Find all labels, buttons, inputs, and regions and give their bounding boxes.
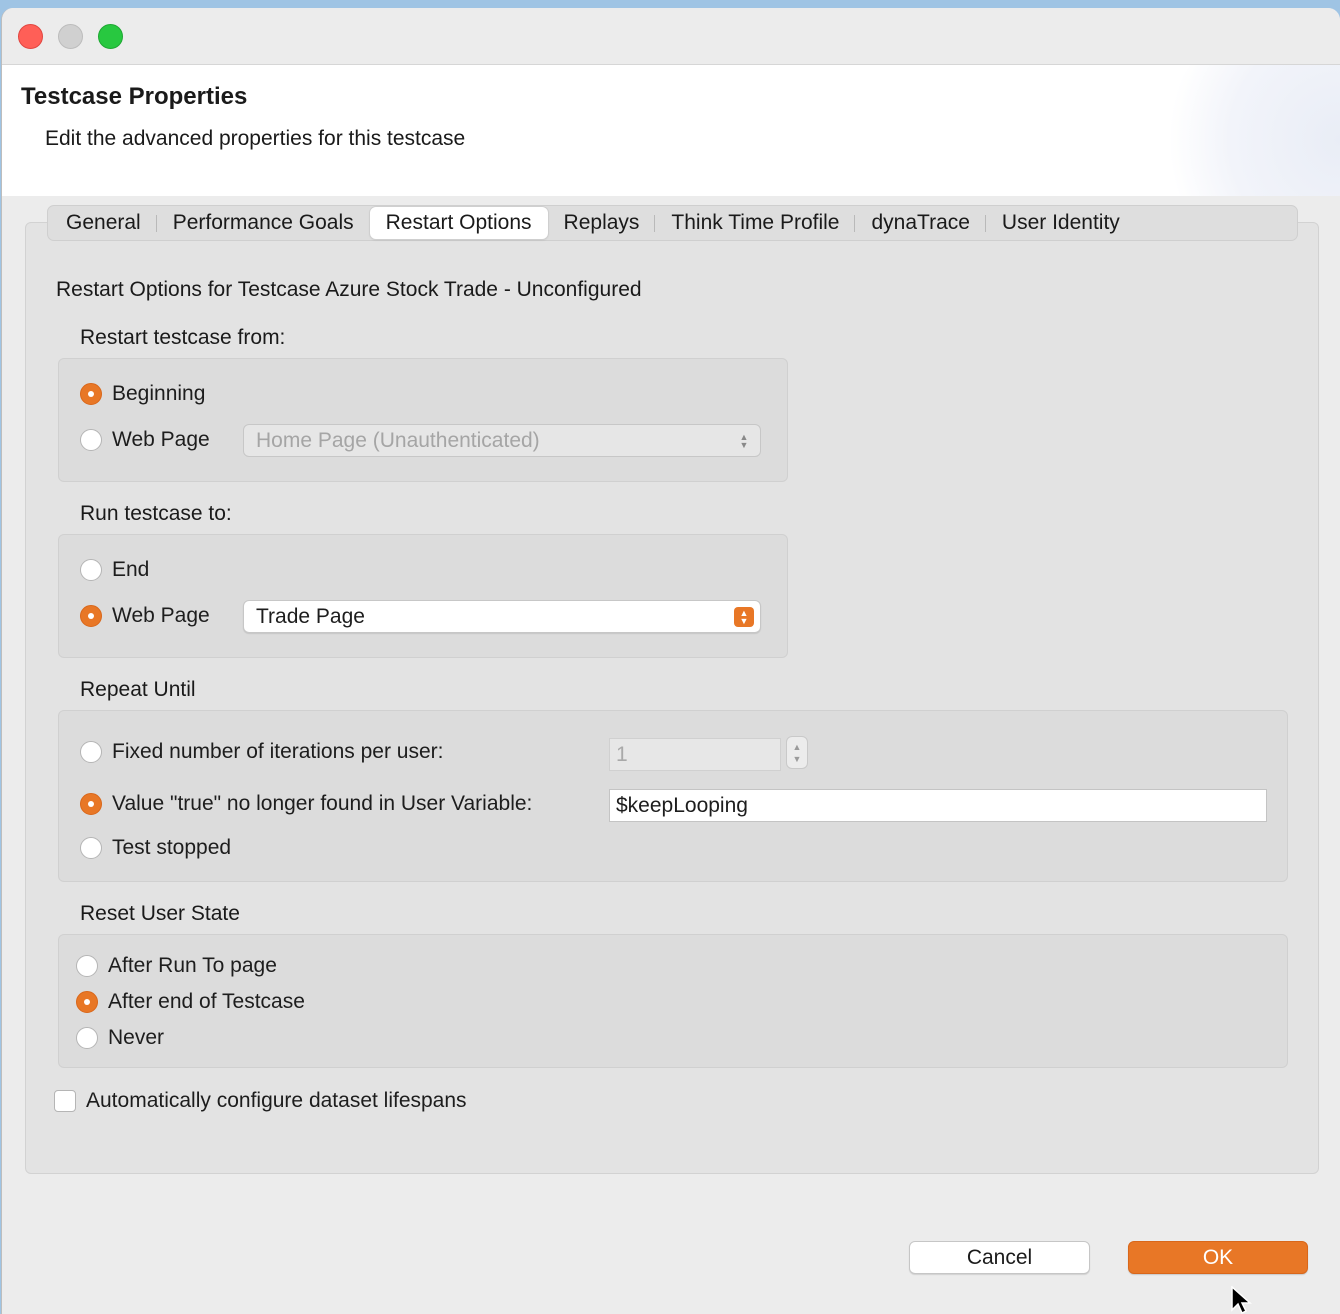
never-radio[interactable]	[76, 1027, 98, 1049]
ok-button[interactable]: OK	[1128, 1241, 1308, 1274]
auto-configure-label: Automatically configure dataset lifespan…	[86, 1089, 467, 1112]
auto-configure-option[interactable]: Automatically configure dataset lifespan…	[54, 1089, 467, 1113]
user-variable-input[interactable]: $keepLooping	[609, 789, 1267, 822]
tab-performance-goals[interactable]: Performance Goals	[157, 207, 370, 239]
run-to-web-page-label: Web Page	[112, 604, 210, 627]
restart-page-select[interactable]: Home Page (Unauthenticated) ▲ ▼	[243, 424, 761, 457]
after-end-radio[interactable]	[76, 991, 98, 1013]
test-stopped-label: Test stopped	[112, 836, 232, 859]
zoom-window-button[interactable]	[98, 24, 123, 49]
after-end-label: After end of Testcase	[108, 990, 305, 1013]
fixed-iterations-label: Fixed number of iterations per user:	[112, 740, 444, 763]
run-to-group	[58, 534, 788, 658]
test-stopped-option[interactable]: Test stopped	[80, 836, 231, 860]
user-variable-option[interactable]: Value "true" no longer found in User Var…	[80, 792, 532, 816]
tab-dynatrace[interactable]: dynaTrace	[855, 207, 987, 239]
iterations-stepper[interactable]: ▲ ▼	[786, 736, 808, 769]
close-window-button[interactable]	[18, 24, 43, 49]
fixed-iterations-radio[interactable]	[80, 741, 102, 763]
auto-configure-checkbox[interactable]	[54, 1090, 76, 1112]
iterations-input[interactable]: 1	[609, 738, 781, 771]
run-to-page-select-value: Trade Page	[256, 605, 365, 628]
tab-think-time-profile[interactable]: Think Time Profile	[655, 207, 856, 239]
restart-page-select-value: Home Page (Unauthenticated)	[256, 429, 540, 452]
run-to-web-page-radio[interactable]	[80, 605, 102, 627]
after-end-option[interactable]: After end of Testcase	[76, 990, 305, 1014]
dialog-title: Testcase Properties	[21, 83, 248, 110]
tab-restart-options[interactable]: Restart Options	[369, 207, 548, 239]
beginning-label: Beginning	[112, 382, 206, 405]
header-decoration	[1160, 65, 1340, 196]
restart-web-page-label: Web Page	[112, 428, 210, 451]
restart-web-page-radio[interactable]	[80, 429, 102, 451]
run-to-label: Run testcase to:	[80, 502, 232, 525]
repeat-until-label: Repeat Until	[80, 678, 196, 701]
dialog-header: Testcase Properties Edit the advanced pr…	[2, 65, 1340, 196]
never-label: Never	[108, 1026, 165, 1049]
chevron-updown-icon: ▲ ▼	[739, 432, 749, 450]
never-option[interactable]: Never	[76, 1026, 164, 1050]
reset-user-state-label: Reset User State	[80, 902, 240, 925]
user-variable-radio[interactable]	[80, 793, 102, 815]
chevron-updown-icon: ▲ ▼	[734, 607, 754, 627]
fixed-iterations-option[interactable]: Fixed number of iterations per user:	[80, 740, 444, 764]
user-variable-label: Value "true" no longer found in User Var…	[112, 792, 533, 815]
run-to-page-select[interactable]: Trade Page ▲ ▼	[243, 600, 761, 633]
tab-general[interactable]: General	[50, 207, 157, 239]
test-stopped-radio[interactable]	[80, 837, 102, 859]
restart-from-group	[58, 358, 788, 482]
restart-from-label: Restart testcase from:	[80, 326, 286, 349]
after-run-to-radio[interactable]	[76, 955, 98, 977]
tab-user-identity[interactable]: User Identity	[986, 207, 1136, 239]
after-run-to-label: After Run To page	[108, 954, 277, 977]
cancel-button[interactable]: Cancel	[909, 1241, 1090, 1274]
title-bar	[2, 8, 1340, 65]
tab-bar: General Performance Goals Restart Option…	[47, 205, 1298, 241]
tab-replays[interactable]: Replays	[548, 207, 656, 239]
minimize-window-button[interactable]	[58, 24, 83, 49]
end-radio[interactable]	[80, 559, 102, 581]
restart-from-web-page-option[interactable]: Web Page	[80, 428, 210, 452]
dialog-subtitle: Edit the advanced properties for this te…	[45, 127, 466, 150]
end-label: End	[112, 558, 150, 581]
restart-options-heading: Restart Options for Testcase Azure Stock…	[56, 278, 642, 301]
run-to-web-page-option[interactable]: Web Page	[80, 604, 210, 628]
run-to-end-option[interactable]: End	[80, 558, 149, 582]
mouse-cursor-icon	[1231, 1286, 1252, 1314]
beginning-radio[interactable]	[80, 383, 102, 405]
restart-from-beginning-option[interactable]: Beginning	[80, 382, 205, 406]
after-run-to-option[interactable]: After Run To page	[76, 954, 277, 978]
